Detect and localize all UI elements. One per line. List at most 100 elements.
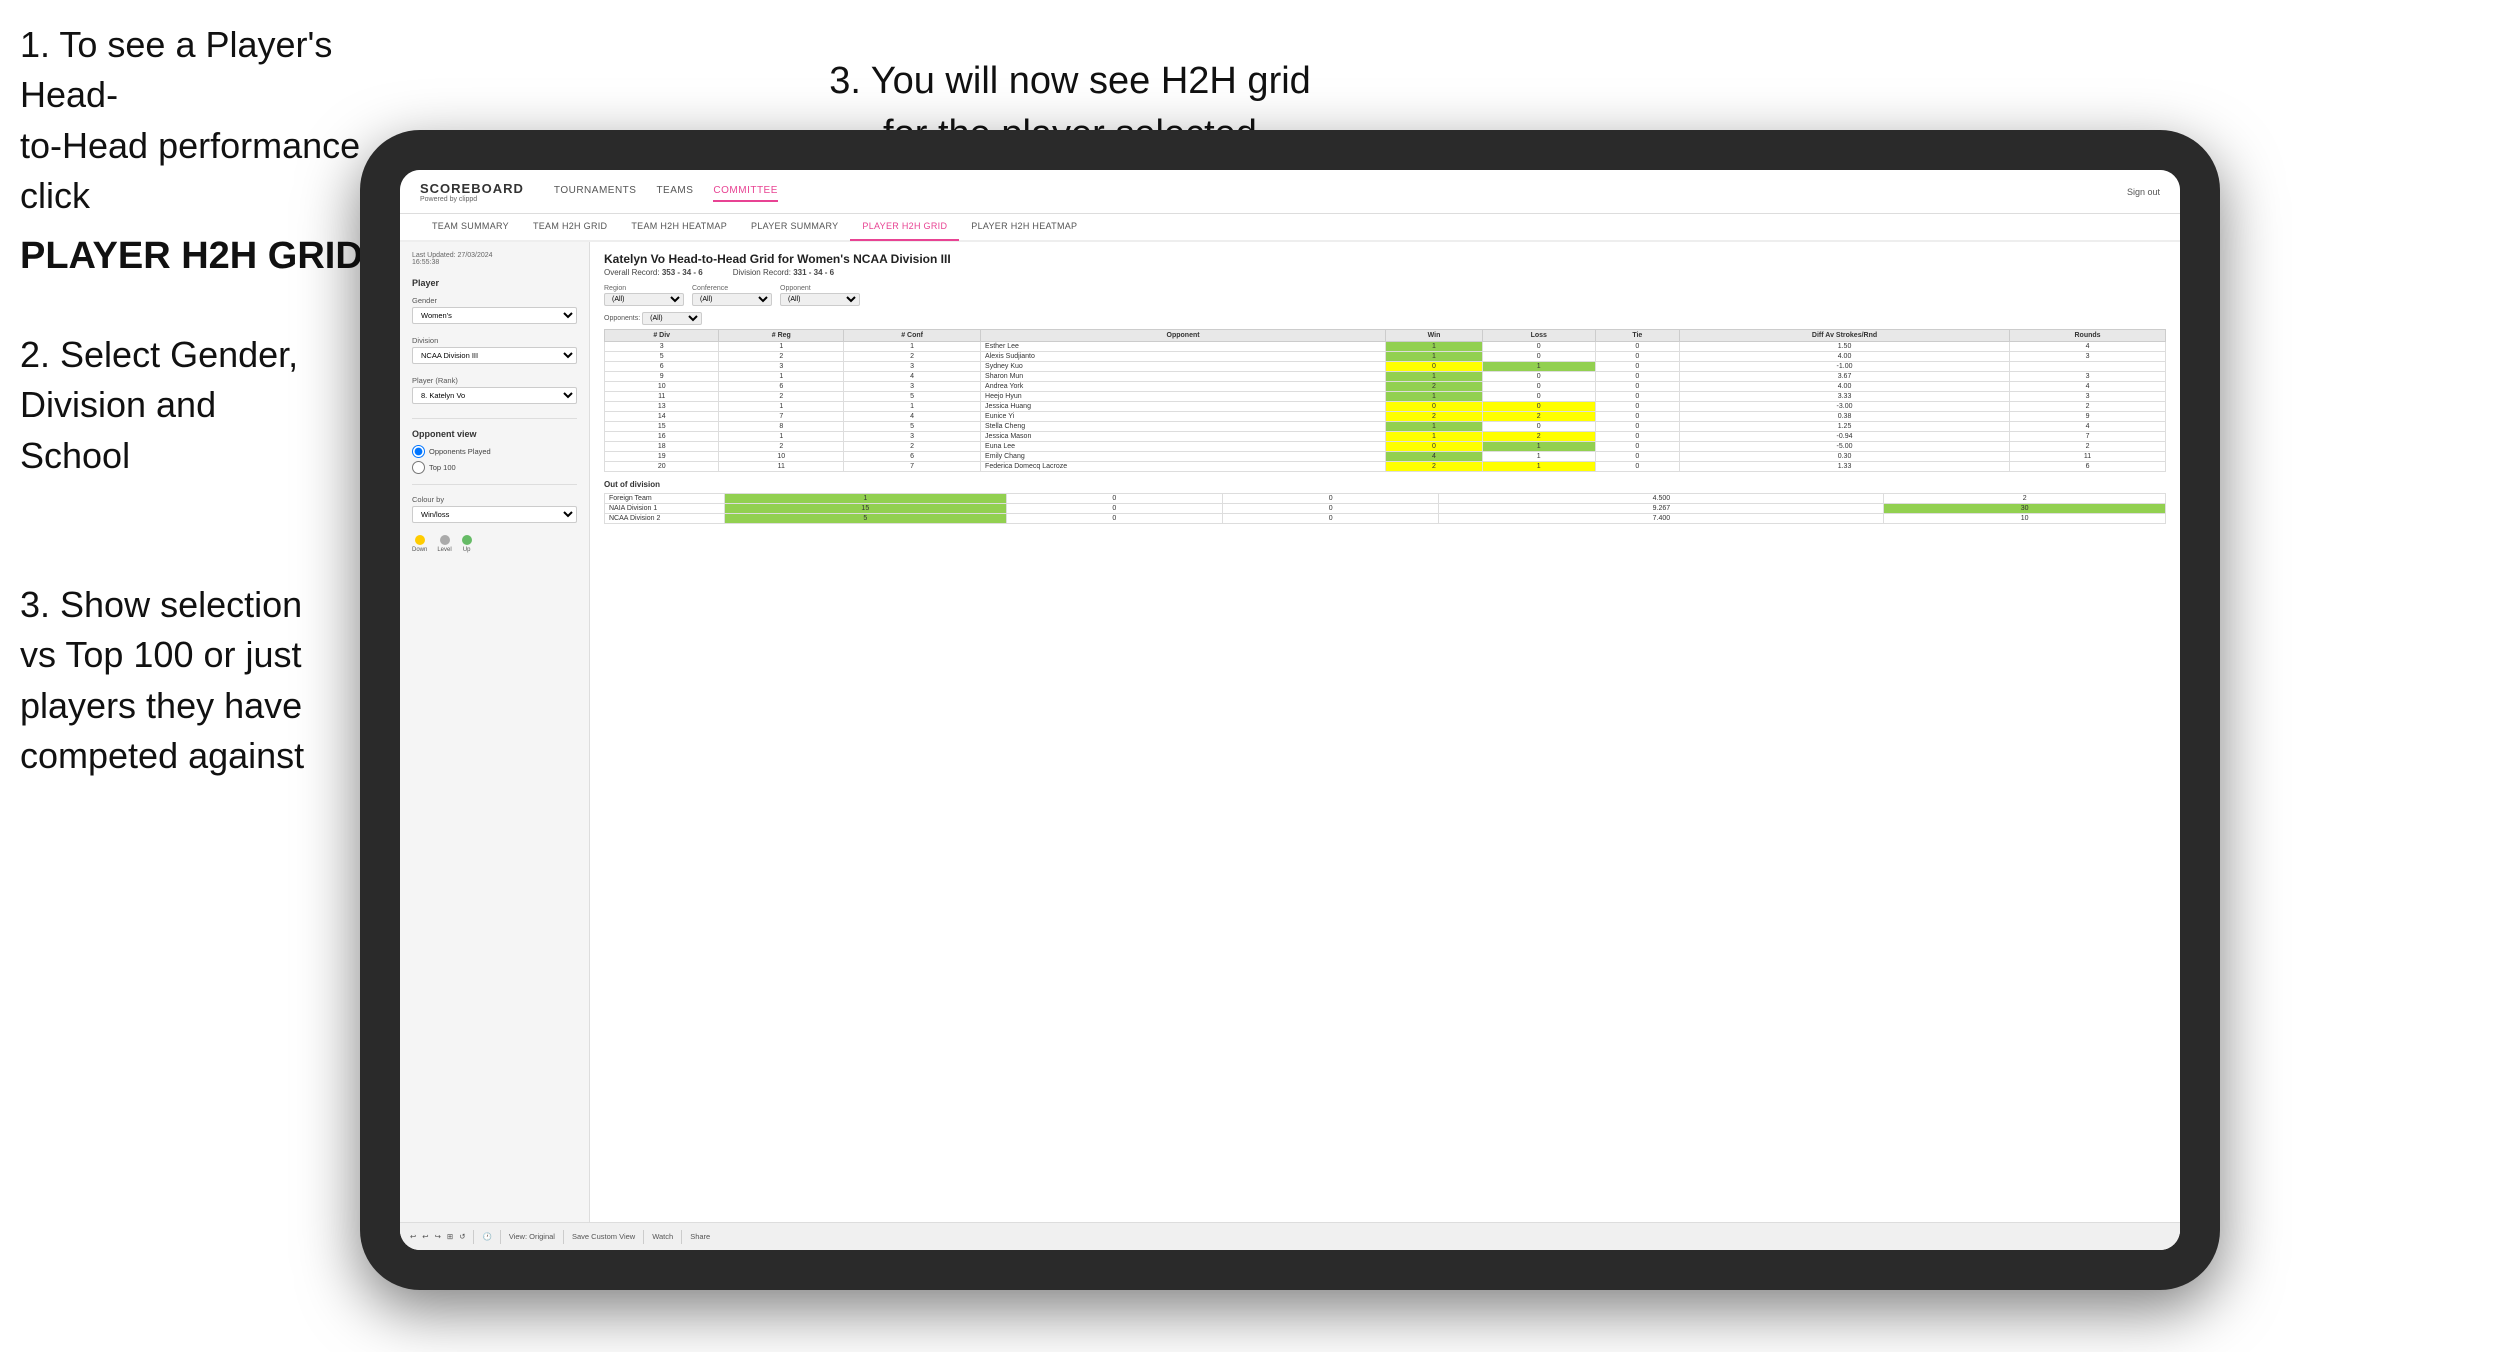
table-row: 10	[1884, 514, 2166, 524]
tablet-frame: SCOREBOARD Powered by clippd TOURNAMENTS…	[360, 130, 2220, 1290]
table-row: 11	[605, 392, 719, 402]
table-row: 11	[719, 462, 844, 472]
table-row: 1	[719, 372, 844, 382]
table-row: -1.00	[1680, 362, 2010, 372]
table-row: 1.33	[1680, 462, 2010, 472]
sub-nav: TEAM SUMMARY TEAM H2H GRID TEAM H2H HEAT…	[400, 214, 2180, 242]
table-row: 4	[2010, 422, 2166, 432]
table-row: 10	[719, 452, 844, 462]
view-original-btn[interactable]: View: Original	[509, 1232, 555, 1241]
table-row: Alexis Sudjianto	[981, 352, 1386, 362]
table-row: 0	[1595, 462, 1679, 472]
subnav-player-heatmap[interactable]: PLAYER H2H HEATMAP	[959, 213, 1089, 241]
grid-records: Overall Record: 353 - 34 - 6 Division Re…	[604, 268, 2166, 277]
sign-out-link[interactable]: Sign out	[2127, 187, 2160, 197]
table-row: 1	[1386, 342, 1483, 352]
table-row: 6	[605, 362, 719, 372]
colour-by-select[interactable]: Win/loss	[412, 506, 577, 523]
subnav-player-summary[interactable]: PLAYER SUMMARY	[739, 213, 850, 241]
table-row: 0	[1482, 382, 1595, 392]
clock-btn[interactable]: 🕐	[482, 1232, 491, 1241]
table-row: 0	[1595, 412, 1679, 422]
table-row: 6	[719, 382, 844, 392]
table-row: 1	[1386, 372, 1483, 382]
gender-select[interactable]: Women's Men's	[412, 307, 577, 324]
table-row: 19	[605, 452, 719, 462]
player-select[interactable]: 8. Katelyn Vo	[412, 387, 577, 404]
table-row: 9	[2010, 412, 2166, 422]
table-row: 0.30	[1680, 452, 2010, 462]
radio-top-100[interactable]: Top 100	[412, 461, 577, 474]
table-row: 1.50	[1680, 342, 2010, 352]
opponents-filter-select[interactable]: (All)	[642, 312, 702, 325]
table-row: 20	[605, 462, 719, 472]
share-btn[interactable]: Share	[690, 1232, 710, 1241]
table-row: 4	[844, 372, 981, 382]
table-row: Andrea York	[981, 382, 1386, 392]
nav-bar: SCOREBOARD Powered by clippd TOURNAMENTS…	[400, 170, 2180, 214]
legend-up: Up	[462, 535, 472, 553]
toolbar-sep3	[563, 1230, 564, 1244]
logo-sub: Powered by clippd	[420, 196, 524, 203]
division-select[interactable]: NCAA Division III NCAA Division I NCAA D…	[412, 347, 577, 364]
opponent-select[interactable]: (All)	[780, 293, 860, 306]
subnav-team-h2h[interactable]: TEAM H2H GRID	[521, 213, 619, 241]
table-row: 4	[2010, 342, 2166, 352]
col-rounds: Rounds	[2010, 330, 2166, 342]
table-row: 0	[1482, 342, 1595, 352]
level-circle	[440, 535, 450, 545]
toolbar: ↩ ↩ ↪ ⊞ ↺ 🕐 View: Original Save Custom V…	[400, 1222, 2180, 1250]
table-row: 2	[719, 392, 844, 402]
col-tie: Tie	[1595, 330, 1679, 342]
table-row: 0	[1595, 442, 1679, 452]
table-row: 0	[1482, 352, 1595, 362]
nav-tournaments[interactable]: TOURNAMENTS	[554, 181, 637, 202]
division-label: Division	[412, 336, 577, 345]
table-row: 0	[1595, 422, 1679, 432]
subnav-team-summary[interactable]: TEAM SUMMARY	[420, 213, 521, 241]
refresh-btn[interactable]: ↺	[459, 1232, 465, 1241]
subnav-team-heatmap[interactable]: TEAM H2H HEATMAP	[619, 213, 739, 241]
save-custom-btn[interactable]: Save Custom View	[572, 1232, 635, 1241]
subnav-player-h2h-grid[interactable]: PLAYER H2H GRID	[850, 213, 959, 241]
undo2-btn[interactable]: ↪	[435, 1232, 441, 1241]
legend-down: Down	[412, 535, 427, 553]
out-of-division-header: Out of division	[604, 480, 2166, 489]
table-row: 1	[719, 402, 844, 412]
nav-committee[interactable]: COMMITTEE	[713, 181, 778, 202]
table-row: 15	[605, 422, 719, 432]
table-row: NCAA Division 2	[605, 514, 725, 524]
table-row: 2	[1386, 382, 1483, 392]
table-row: 2	[844, 352, 981, 362]
table-row: Euna Lee	[981, 442, 1386, 452]
conference-filter: Conference (All)	[692, 285, 772, 306]
instr1-bold: PLAYER H2H GRID	[20, 230, 400, 283]
table-row: 0	[1223, 494, 1439, 504]
table-row: 0	[1223, 514, 1439, 524]
redo-btn[interactable]: ↩	[422, 1232, 428, 1241]
copy-btn[interactable]: ⊞	[447, 1232, 453, 1241]
undo-btn[interactable]: ↩	[410, 1232, 416, 1241]
region-select[interactable]: (All)	[604, 293, 684, 306]
table-row: 5	[844, 392, 981, 402]
table-row: 0	[1006, 504, 1222, 514]
watch-btn[interactable]: Watch	[652, 1232, 673, 1241]
table-row: 14	[605, 412, 719, 422]
col-opponent: Opponent	[981, 330, 1386, 342]
filter-row: Region (All) Conference (All) Opponent	[604, 285, 2166, 306]
colour-by-label: Colour by	[412, 495, 577, 504]
table-row: 0	[1595, 452, 1679, 462]
table-row: 4.00	[1680, 352, 2010, 362]
table-row: 0	[1595, 382, 1679, 392]
table-row: 0	[1386, 402, 1483, 412]
instruction-1: 1. To see a Player's Head- to-Head perfo…	[20, 20, 400, 283]
table-row: 1.25	[1680, 422, 2010, 432]
table-row: 2	[719, 352, 844, 362]
table-row: Emily Chang	[981, 452, 1386, 462]
nav-teams[interactable]: TEAMS	[656, 181, 693, 202]
conference-select[interactable]: (All)	[692, 293, 772, 306]
radio-opponents-played[interactable]: Opponents Played	[412, 445, 577, 458]
table-row: 0	[1482, 402, 1595, 412]
overall-record: Overall Record: 353 - 34 - 6	[604, 268, 703, 277]
nav-links: TOURNAMENTS TEAMS COMMITTEE	[554, 181, 2127, 202]
